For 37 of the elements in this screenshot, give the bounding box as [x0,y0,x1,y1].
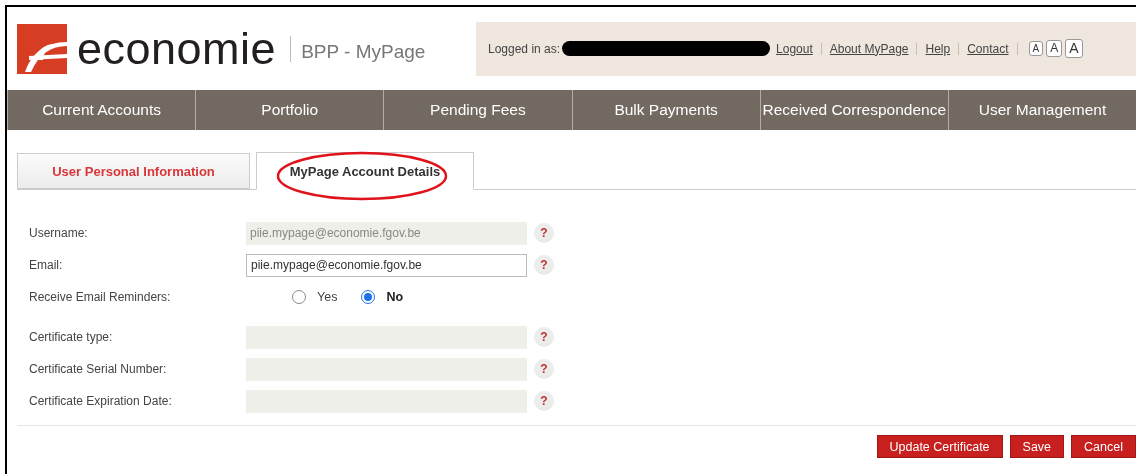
logo-text: economie [77,22,277,75]
action-button[interactable]: Update Certificate [876,435,1003,458]
help-icon[interactable]: ? [534,327,554,347]
nav-item[interactable]: Portfolio [195,90,384,130]
help-icon[interactable]: ? [534,223,554,243]
font-size-button[interactable]: A [1046,39,1063,58]
input-field[interactable]: piie.mypage@economie.fgov.be [246,253,527,277]
input-field[interactable]: piie.mypage@economie.fgov.be [246,221,527,245]
field-label: Receive Email Reminders: [28,290,172,304]
radio-label: No [386,290,404,304]
field-label: Email: [28,258,64,272]
font-size-button[interactable]: A [1065,38,1083,59]
font-size-button[interactable]: A [1028,41,1044,56]
logo-icon [17,23,67,74]
help-icon[interactable]: ? [534,391,554,411]
tab[interactable]: MyPage Account Details [256,152,474,190]
nav-item[interactable]: Pending Fees [383,90,572,130]
help-icon[interactable]: ? [534,255,554,275]
field-label: Certificate type: [28,330,114,344]
field-label: Certificate Expiration Date: [28,394,173,408]
header-link[interactable]: Help [925,41,951,56]
header-link[interactable]: About MyPage [829,41,909,56]
nav-item[interactable]: Bulk Payments [571,90,760,130]
logged-in-label: Logged in as: [488,41,561,56]
action-button[interactable]: Save [1009,435,1065,458]
field-label: Username: [28,226,89,240]
action-button[interactable]: Cancel [1071,435,1136,458]
header-link[interactable]: Logout [776,41,813,56]
help-icon[interactable]: ? [534,359,554,379]
app-title: BPP - MyPage [301,40,426,63]
nav-item[interactable]: Received Correspondence [759,90,948,130]
radio-label: Yes [317,290,338,304]
tab[interactable]: User Personal Information [17,153,250,189]
header-link[interactable]: Contact [967,41,1009,56]
field-label: Certificate Serial Number: [28,362,168,376]
nav-item[interactable]: User Management [947,90,1136,130]
nav-item[interactable]: Current Accounts [7,90,196,130]
